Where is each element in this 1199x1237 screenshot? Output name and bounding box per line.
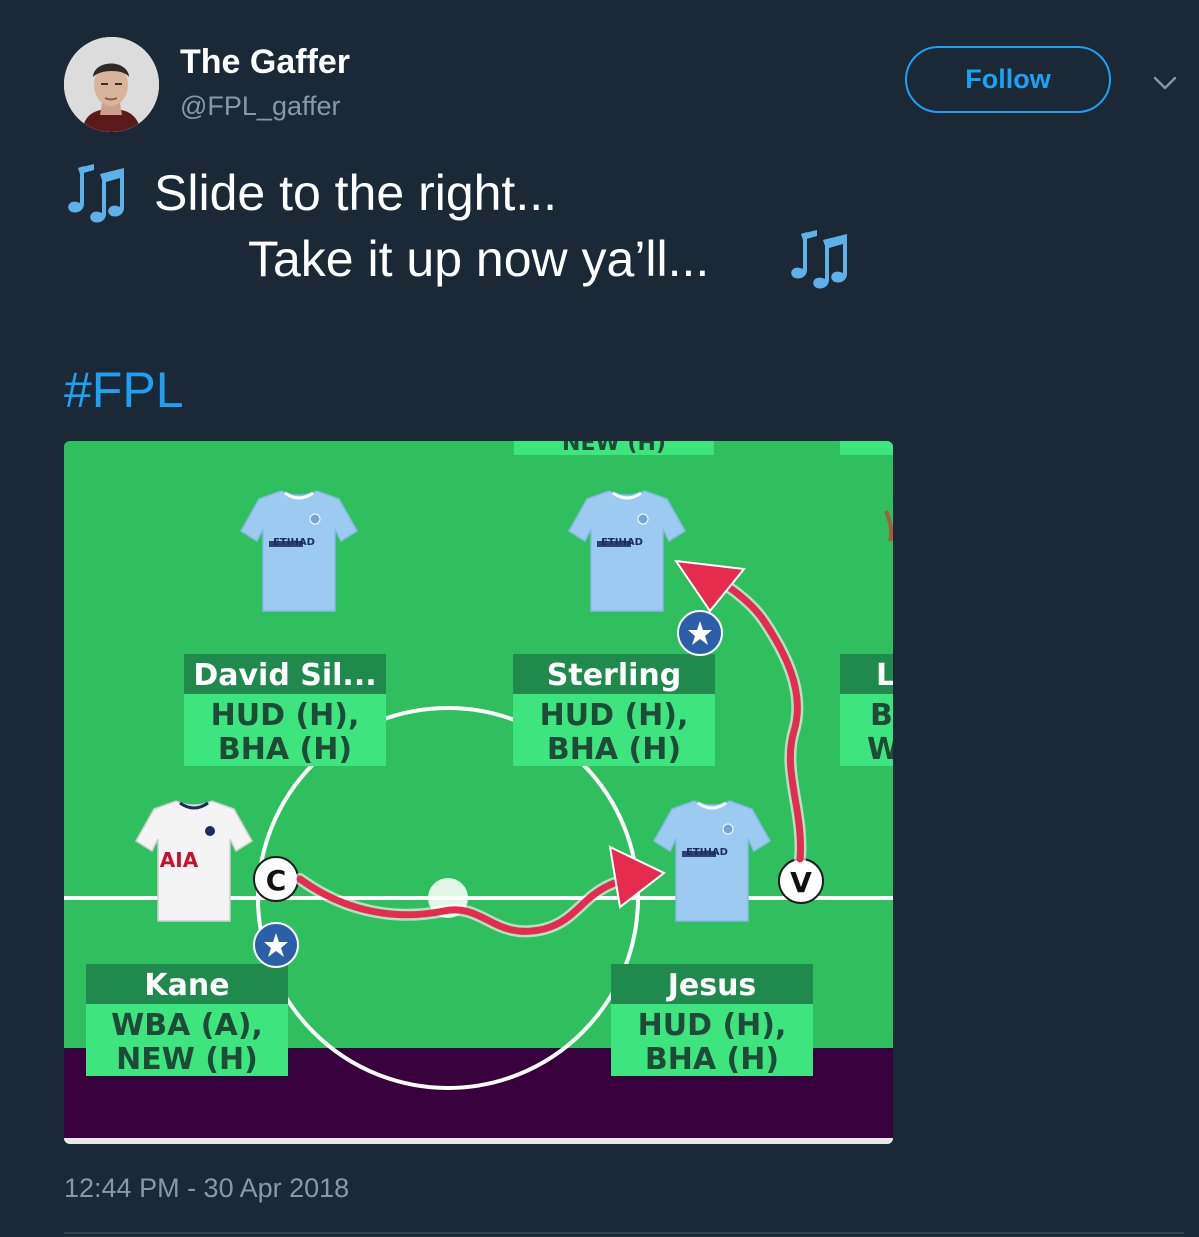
player-fixture-2: BHA (H)	[547, 732, 681, 767]
svg-text:V: V	[790, 866, 812, 899]
player-fixture-2: BHA (H)	[645, 1042, 779, 1077]
tweet-text-line-2: Take it up now ya’ll...	[248, 231, 710, 287]
player-name: Jesus	[666, 968, 757, 1003]
player-fixture-2: BHA (H)	[218, 732, 352, 767]
avatar-photo	[64, 37, 159, 132]
player-name: David Sil...	[193, 658, 376, 693]
fpl-pitch-graphic: NEW (H) L B W ETIHAD David Sil... HUD (H…	[64, 441, 893, 1144]
musical-notes-icon	[791, 230, 847, 289]
display-name[interactable]: The Gaffer	[180, 43, 350, 82]
tweet-card: The Gaffer @FPL_gaffer Follow Slide to t…	[0, 0, 1199, 1237]
tweet-media-image[interactable]: NEW (H) L B W ETIHAD David Sil... HUD (H…	[64, 441, 893, 1144]
top-partial-fixture: NEW (H)	[562, 441, 666, 456]
shirt-sponsor: ETIHAD	[686, 847, 728, 858]
musical-notes-icon	[68, 164, 124, 223]
shirt-sponsor: AIA	[160, 848, 199, 872]
hashtag-link[interactable]: #FPL	[64, 361, 184, 419]
captain-badge: C	[253, 856, 299, 902]
star-badge-icon	[253, 922, 299, 968]
player-fixture-1: HUD (H),	[540, 698, 689, 733]
avatar[interactable]	[64, 37, 159, 132]
right-partial-fixture-2: W	[867, 732, 893, 767]
follow-button[interactable]: Follow	[905, 46, 1111, 113]
shirt-sponsor: ETIHAD	[601, 537, 643, 548]
right-partial-name: L	[876, 658, 893, 693]
vice-captain-badge: V	[778, 858, 824, 904]
tweet-text-line-1: Slide to the right...	[154, 165, 558, 221]
player-fixture-1: HUD (H),	[638, 1008, 787, 1043]
svg-text:C: C	[266, 864, 287, 897]
shirt-sponsor: ETIHAD	[273, 537, 315, 548]
player-fixture-1: HUD (H),	[211, 698, 360, 733]
chevron-down-icon[interactable]	[1150, 70, 1180, 96]
player-name: Sterling	[547, 658, 682, 693]
player-fixture-2: NEW (H)	[116, 1042, 258, 1077]
player-fixture-1: WBA (A),	[111, 1008, 263, 1043]
star-badge-icon	[677, 610, 723, 656]
right-partial-fixture-1: B	[870, 698, 893, 733]
user-handle[interactable]: @FPL_gaffer	[180, 91, 341, 122]
player-name: Kane	[144, 968, 229, 1003]
divider	[64, 1232, 1184, 1234]
tweet-timestamp[interactable]: 12:44 PM - 30 Apr 2018	[64, 1173, 349, 1204]
